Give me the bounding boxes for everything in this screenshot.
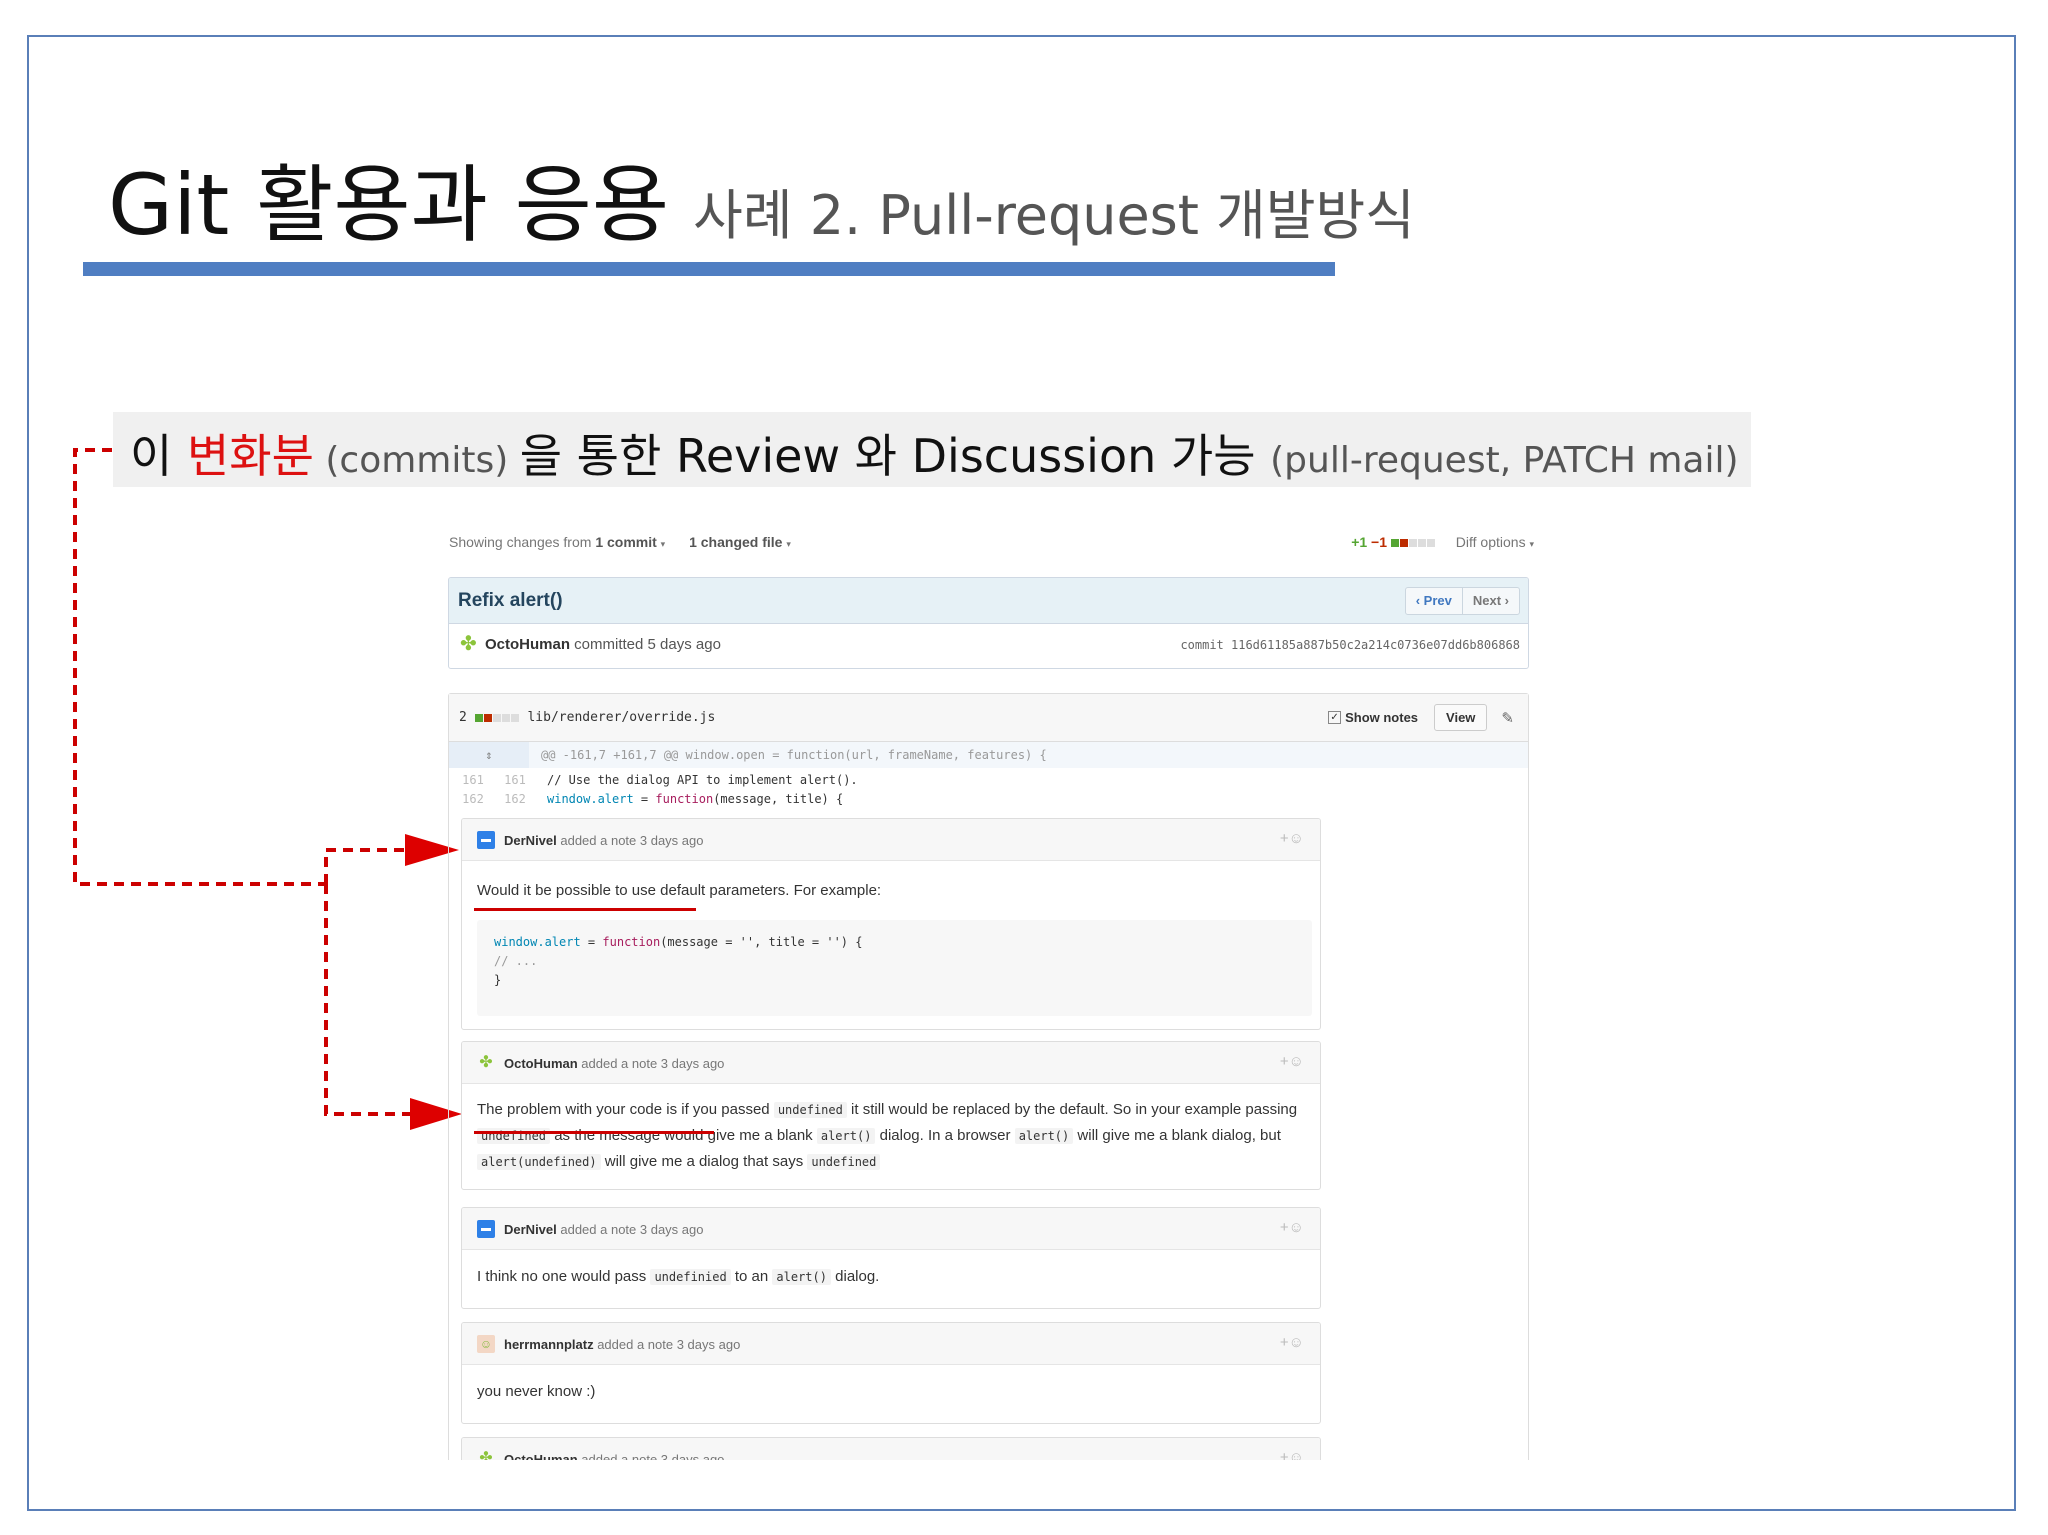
prev-button[interactable]: ‹ Prev <box>1406 588 1462 614</box>
red-underline <box>474 1131 714 1134</box>
commit-author[interactable]: OctoHuman <box>485 636 570 653</box>
old-line-number[interactable]: 161 <box>453 773 493 787</box>
note-author-line: OctoHuman added a note 3 days ago <box>504 1452 724 1460</box>
note-body: Would it be possible to use default para… <box>477 882 882 899</box>
show-notes-label: Show notes <box>1345 710 1419 725</box>
dashed-connector-second <box>324 884 410 1116</box>
note-meta: added a note 3 days ago <box>556 1222 704 1237</box>
note-body: I think no one would pass undefinied to … <box>477 1268 880 1285</box>
commit-time: committed 5 days ago <box>570 636 721 653</box>
review-note: ✤ OctoHuman added a note 3 days ago +☺ <box>461 1437 1321 1460</box>
new-line-number[interactable]: 162 <box>495 792 535 806</box>
note-meta: added a note 3 days ago <box>593 1337 741 1352</box>
code-line: } <box>494 973 502 987</box>
new-line-number[interactable]: 161 <box>495 773 535 787</box>
next-button[interactable]: Next › <box>1461 588 1519 614</box>
commit-header: Refix alert() ‹ Prev Next › <box>449 578 1528 624</box>
note-author-line: DerNivel added a note 3 days ago <box>504 1222 703 1237</box>
avatar[interactable]: ☺ <box>477 1335 495 1353</box>
note-header: ✤ OctoHuman added a note 3 days ago +☺ <box>462 1042 1320 1084</box>
review-note: ✤ OctoHuman added a note 3 days ago +☺ T… <box>461 1041 1321 1190</box>
diffstat-blocks <box>474 710 520 725</box>
commit-author-line: OctoHuman committed 5 days ago <box>485 636 721 653</box>
file-change-count: 2 <box>459 710 467 725</box>
note-author[interactable]: DerNivel <box>504 1222 557 1237</box>
toolbar-right: +1 −1 Diff options ▾ <box>1351 534 1534 550</box>
note-header: ☺ herrmannplatz added a note 3 days ago … <box>462 1323 1320 1365</box>
commit-pager: ‹ Prev Next › <box>1404 587 1520 615</box>
changed-files-dropdown[interactable]: 1 changed file <box>689 534 782 550</box>
octocat-avatar-icon[interactable]: ✤ <box>460 634 480 654</box>
add-reaction-icon[interactable]: +☺ <box>1280 1053 1304 1070</box>
old-line-number[interactable]: 162 <box>453 792 493 806</box>
diff-options-dropdown[interactable]: Diff options <box>1456 534 1526 550</box>
github-screenshot: Showing changes from 1 commit ▾ 1 change… <box>447 520 1534 1460</box>
note-author-line: herrmannplatz added a note 3 days ago <box>504 1337 740 1352</box>
note-author-line: OctoHuman added a note 3 days ago <box>504 1056 724 1071</box>
file-diff-box: 2 lib/renderer/override.js ✓ Show notes … <box>448 693 1529 1460</box>
add-reaction-icon[interactable]: +☺ <box>1280 1334 1304 1351</box>
expand-icon[interactable]: ⇕ <box>449 742 529 768</box>
code-line: // ... <box>494 954 538 968</box>
toolbar-left: Showing changes from 1 commit ▾ 1 change… <box>449 534 791 550</box>
note-author[interactable]: OctoHuman <box>504 1452 578 1460</box>
dashed-connector-main <box>73 448 326 886</box>
avatar[interactable]: ▬ <box>477 1220 495 1238</box>
code-text: // Use the dialog API to implement alert… <box>547 773 858 787</box>
caret-down-icon: ▾ <box>1529 539 1534 549</box>
octocat-avatar-icon[interactable]: ✤ <box>477 1054 495 1072</box>
review-note: ▬ DerNivel added a note 3 days ago +☺ Wo… <box>461 818 1321 1030</box>
note-author[interactable]: DerNivel <box>504 833 557 848</box>
note-header: ▬ DerNivel added a note 3 days ago +☺ <box>462 819 1320 861</box>
show-notes-checkbox[interactable]: ✓ <box>1328 711 1342 724</box>
note-header: ▬ DerNivel added a note 3 days ago +☺ <box>462 1208 1320 1250</box>
file-actions: ✓ Show notes View ✎ <box>1328 704 1514 731</box>
note-meta: added a note 3 days ago <box>577 1452 725 1460</box>
caret-down-icon: ▾ <box>660 539 666 549</box>
hunk-text: @@ -161,7 +161,7 @@ window.open = functi… <box>541 748 1047 762</box>
diffstat-blocks <box>1390 534 1436 550</box>
code-line: window.alert = function(message = '', ti… <box>494 935 863 949</box>
dashed-connector-first <box>324 848 405 884</box>
code-line: 161 161 // Use the dialog API to impleme… <box>449 770 1528 790</box>
code-text: window.alert = function(message, title) … <box>547 792 844 806</box>
commit-info-box: Refix alert() ‹ Prev Next › ✤ OctoHuman … <box>448 577 1529 669</box>
note-code-block: window.alert = function(message = '', ti… <box>477 920 1312 1016</box>
view-button[interactable]: View <box>1434 704 1488 731</box>
octocat-avatar-icon[interactable]: ✤ <box>477 1450 495 1460</box>
caret-down-icon: ▾ <box>786 539 791 549</box>
note-author[interactable]: OctoHuman <box>504 1056 578 1071</box>
red-underline <box>474 908 696 911</box>
pencil-icon[interactable]: ✎ <box>1501 709 1514 727</box>
note-meta: added a note 3 days ago <box>577 1056 725 1071</box>
file-path: 2 lib/renderer/override.js <box>459 710 715 725</box>
showing-label: Showing changes from <box>449 534 596 550</box>
note-body: The problem with your code is if you pas… <box>477 1101 1298 1170</box>
add-reaction-icon[interactable]: +☺ <box>1280 1449 1304 1460</box>
avatar[interactable]: ▬ <box>477 831 495 849</box>
file-path-label[interactable]: lib/renderer/override.js <box>527 710 715 725</box>
add-reaction-icon[interactable]: +☺ <box>1280 830 1304 847</box>
note-meta: added a note 3 days ago <box>556 833 704 848</box>
code-line: 162 162 window.alert = function(message,… <box>449 789 1528 809</box>
additions-count: +1 <box>1351 534 1368 550</box>
note-author-line: DerNivel added a note 3 days ago <box>504 833 703 848</box>
file-header: 2 lib/renderer/override.js ✓ Show notes … <box>449 694 1528 742</box>
review-note: ▬ DerNivel added a note 3 days ago +☺ I … <box>461 1207 1321 1309</box>
commit-count-dropdown[interactable]: 1 commit <box>595 534 656 550</box>
note-body: you never know :) <box>477 1383 596 1400</box>
diff-toolbar: Showing changes from 1 commit ▾ 1 change… <box>447 520 1534 560</box>
note-author[interactable]: herrmannplatz <box>504 1337 594 1352</box>
hunk-header: ⇕ @@ -161,7 +161,7 @@ window.open = func… <box>449 742 1528 768</box>
review-note: ☺ herrmannplatz added a note 3 days ago … <box>461 1322 1321 1424</box>
commit-title[interactable]: Refix alert() <box>458 590 563 612</box>
deletions-count: −1 <box>1371 534 1388 550</box>
add-reaction-icon[interactable]: +☺ <box>1280 1219 1304 1236</box>
commit-sha: commit 116d61185a887b50c2a214c0736e07dd6… <box>1180 638 1520 652</box>
note-header: ✤ OctoHuman added a note 3 days ago +☺ <box>462 1438 1320 1460</box>
